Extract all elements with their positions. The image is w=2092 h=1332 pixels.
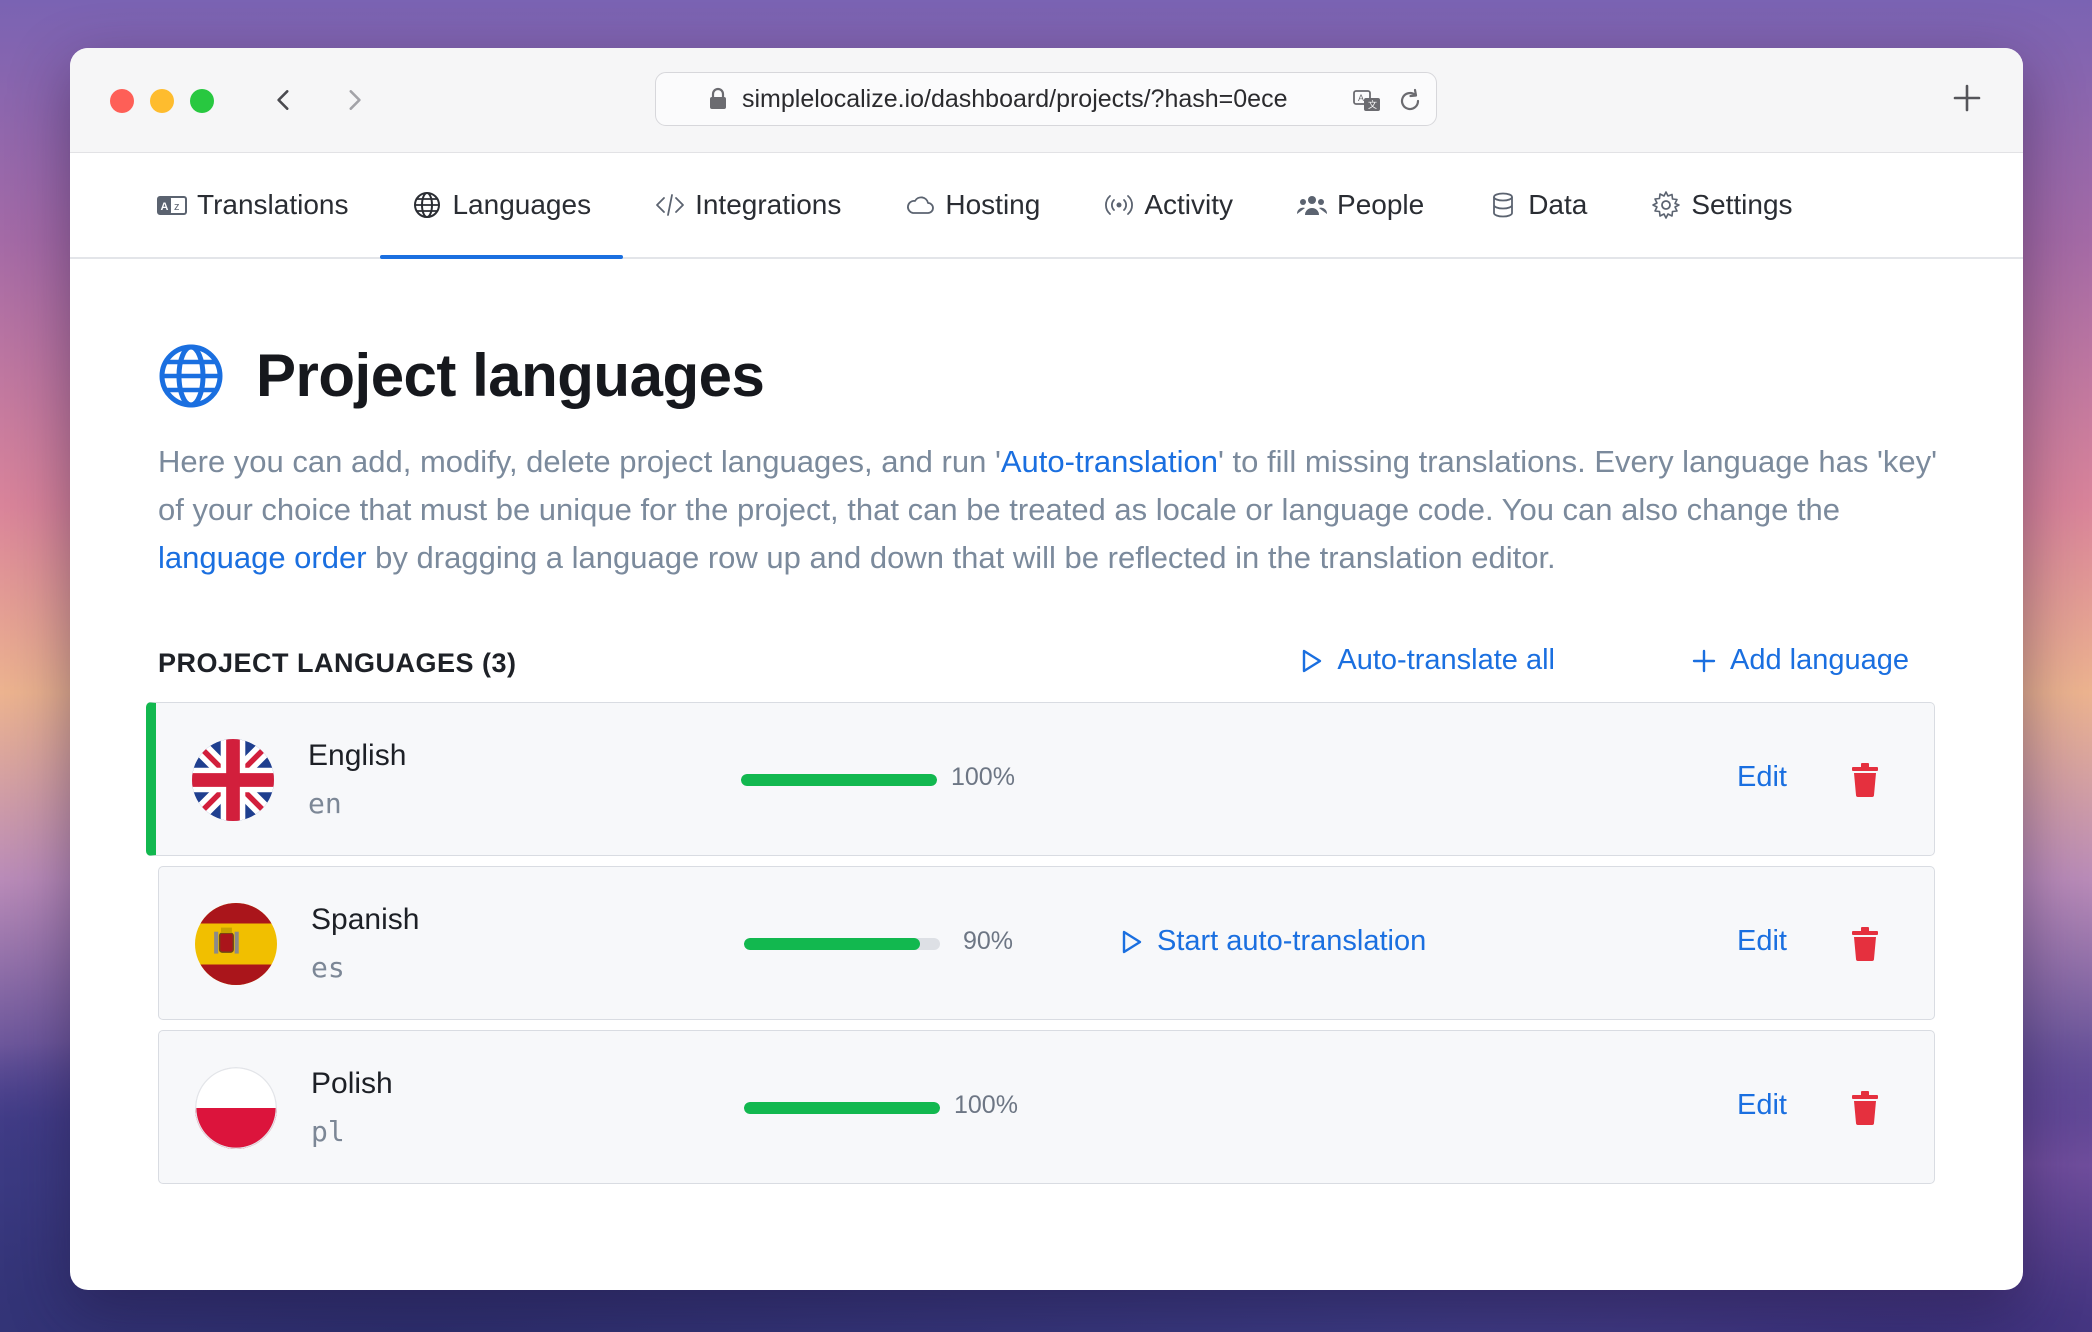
- minimize-window-button[interactable]: [150, 89, 174, 113]
- tab-people[interactable]: People: [1265, 153, 1456, 257]
- tab-label: Hosting: [945, 189, 1041, 220]
- chevron-left-icon: [277, 90, 289, 110]
- edit-button[interactable]: Edit: [1737, 1089, 1787, 1122]
- globe-icon: [159, 344, 223, 407]
- auto-translate-all-label: Auto-translate all: [1337, 644, 1555, 676]
- close-window-button[interactable]: [110, 89, 134, 113]
- svg-text:文: 文: [1368, 99, 1377, 110]
- poland-flag: [195, 1067, 277, 1149]
- progress-fill: [744, 1102, 940, 1114]
- new-tab-plus-icon[interactable]: [1947, 78, 1987, 118]
- page-description: Here you can add, modify, delete project…: [158, 438, 1938, 582]
- language-name: Polish: [311, 1067, 393, 1100]
- tab-label: Settings: [1691, 189, 1793, 220]
- trash-icon[interactable]: [1850, 927, 1880, 961]
- code-icon: [656, 194, 684, 216]
- svg-text:z: z: [174, 201, 180, 213]
- back-button[interactable]: [262, 78, 306, 122]
- edit-button[interactable]: Edit: [1737, 925, 1787, 958]
- language-row-polish[interactable]: Polish pl 100% Edit: [158, 1030, 1935, 1184]
- svg-text:A: A: [161, 201, 169, 213]
- reload-icon[interactable]: [1396, 87, 1424, 115]
- project-nav-tabs: A z Translations Languages Integrations …: [70, 153, 2023, 259]
- forward-button[interactable]: [332, 78, 376, 122]
- language-code: es: [311, 951, 345, 984]
- language-code: pl: [311, 1115, 345, 1148]
- languages-section-header: PROJECT LANGUAGES (3) Auto-translate all…: [158, 634, 1935, 694]
- add-language-label: Add language: [1730, 644, 1909, 676]
- broadcast-icon: [1105, 195, 1134, 215]
- add-language-button[interactable]: Add language: [1690, 644, 1909, 677]
- tab-label: Translations: [197, 189, 349, 220]
- database-icon: [1493, 192, 1514, 218]
- progress-bar: [744, 1102, 940, 1114]
- cloud-icon: [907, 196, 935, 214]
- address-bar[interactable]: simplelocalize.io/dashboard/projects/?ha…: [655, 72, 1437, 126]
- auto-translation-link[interactable]: Auto-translation: [1001, 444, 1218, 479]
- translate-page-icon[interactable]: A 文: [1353, 87, 1381, 115]
- plus-icon: [1692, 649, 1716, 672]
- edit-button[interactable]: Edit: [1737, 761, 1787, 794]
- translate-icon: A z: [157, 196, 187, 215]
- tab-label: Data: [1528, 189, 1588, 220]
- spain-flag: [195, 903, 277, 985]
- tab-label: People: [1337, 189, 1425, 220]
- chevron-right-icon: [349, 90, 361, 110]
- zoom-window-button[interactable]: [190, 89, 214, 113]
- tab-label: Activity: [1144, 189, 1234, 220]
- section-title: PROJECT LANGUAGES (3): [158, 648, 517, 678]
- page-title: Project languages: [256, 342, 765, 409]
- start-auto-translation-button[interactable]: Start auto-translation: [1117, 925, 1426, 958]
- language-row-spanish[interactable]: Spanish es 90% Start auto-translation Ed…: [158, 866, 1935, 1020]
- tab-settings[interactable]: Settings: [1619, 153, 1824, 257]
- progress-fill: [741, 774, 937, 786]
- language-name: Spanish: [311, 903, 420, 936]
- trash-icon[interactable]: [1850, 1091, 1880, 1125]
- language-row-english[interactable]: English en 100% Edit: [146, 702, 1935, 856]
- people-icon: [1297, 196, 1328, 215]
- tab-languages[interactable]: Languages: [380, 153, 623, 259]
- play-icon: [1122, 930, 1142, 953]
- tab-hosting[interactable]: Hosting: [873, 153, 1072, 257]
- lock-icon: [710, 87, 726, 109]
- uk-flag: [192, 739, 274, 821]
- tab-label: Integrations: [695, 189, 842, 220]
- browser-window: simplelocalize.io/dashboard/projects/?ha…: [70, 48, 2023, 1290]
- gear-icon: [1652, 191, 1681, 219]
- progress-bar: [744, 938, 940, 950]
- play-icon: [1303, 649, 1322, 672]
- svg-text:A: A: [1358, 93, 1364, 103]
- description-text: by dragging a language row up and down t…: [366, 540, 1556, 575]
- auto-translate-all-button[interactable]: Auto-translate all: [1297, 644, 1555, 677]
- page-header: Project languages: [158, 341, 1935, 410]
- trash-icon[interactable]: [1850, 763, 1880, 797]
- progress-percent: 100%: [951, 763, 1015, 791]
- globe-icon: [414, 192, 441, 218]
- main-content: Project languages Here you can add, modi…: [70, 341, 2023, 1184]
- progress-bar: [741, 774, 937, 786]
- language-code: en: [308, 787, 342, 820]
- start-auto-translation-label: Start auto-translation: [1157, 925, 1427, 957]
- url-text: simplelocalize.io/dashboard/projects/?ha…: [742, 84, 1288, 113]
- progress-percent: 100%: [954, 1091, 1018, 1119]
- browser-titlebar: simplelocalize.io/dashboard/projects/?ha…: [70, 48, 2023, 153]
- language-list: English en 100% Edit Spanish es 90% Star…: [146, 702, 1935, 1184]
- tab-data[interactable]: Data: [1456, 153, 1619, 257]
- language-order-link[interactable]: language order: [158, 540, 367, 575]
- tab-activity[interactable]: Activity: [1072, 153, 1265, 257]
- tab-label: Languages: [452, 189, 592, 220]
- language-name: English: [308, 739, 407, 772]
- progress-fill: [744, 938, 921, 950]
- tab-integrations[interactable]: Integrations: [623, 153, 873, 257]
- tab-translations[interactable]: A z Translations: [125, 153, 380, 257]
- description-text: Here you can add, modify, delete project…: [158, 444, 1001, 479]
- progress-percent: 90%: [963, 927, 1014, 955]
